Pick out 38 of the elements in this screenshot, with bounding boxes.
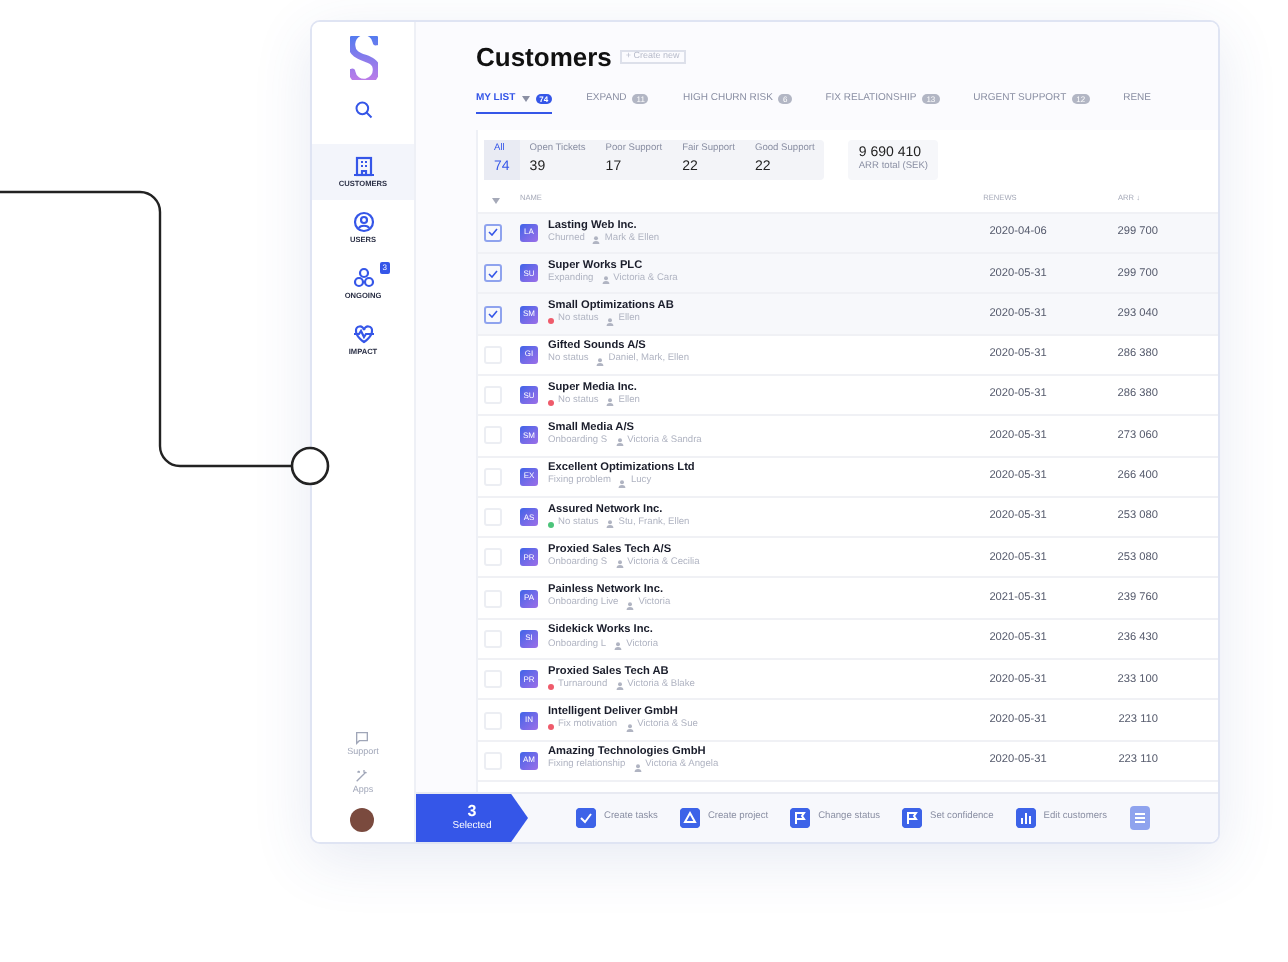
caret-icon	[492, 197, 500, 204]
person-icon	[606, 520, 615, 529]
checkmark-icon	[488, 269, 498, 278]
checkmark-icon	[576, 808, 596, 828]
person-icon	[626, 601, 635, 610]
chat-icon	[354, 730, 371, 746]
checkbox[interactable]	[484, 223, 502, 242]
person-icon	[633, 763, 642, 772]
person-icon	[615, 438, 624, 447]
triangle-icon	[679, 808, 700, 828]
person-icon	[606, 398, 615, 407]
logo-icon	[349, 36, 377, 80]
document-icon	[1129, 806, 1149, 830]
checkbox[interactable]	[484, 305, 502, 324]
checkbox[interactable]	[484, 264, 502, 283]
heart-icon	[351, 322, 375, 347]
person-icon	[615, 682, 624, 691]
bar-chart-icon	[1015, 808, 1036, 828]
person-icon	[592, 235, 601, 244]
person-icon	[601, 276, 610, 285]
user-icon	[351, 210, 375, 235]
person-icon	[596, 357, 605, 366]
flag-icon	[790, 808, 811, 828]
more-button[interactable]	[1129, 806, 1149, 830]
person-icon	[614, 641, 623, 650]
person-icon	[618, 479, 627, 488]
person-icon	[615, 560, 624, 569]
building-icon	[351, 154, 375, 179]
search-icon[interactable]	[353, 100, 373, 120]
person-icon	[606, 317, 615, 326]
checkmark-icon	[488, 228, 498, 237]
avatar[interactable]	[350, 808, 375, 832]
wand-icon	[354, 767, 371, 783]
page-title: Customers	[476, 44, 612, 70]
flag-icon	[902, 808, 923, 828]
checkmark-icon	[488, 310, 498, 319]
person-icon	[625, 723, 634, 732]
circles-icon	[351, 266, 375, 291]
